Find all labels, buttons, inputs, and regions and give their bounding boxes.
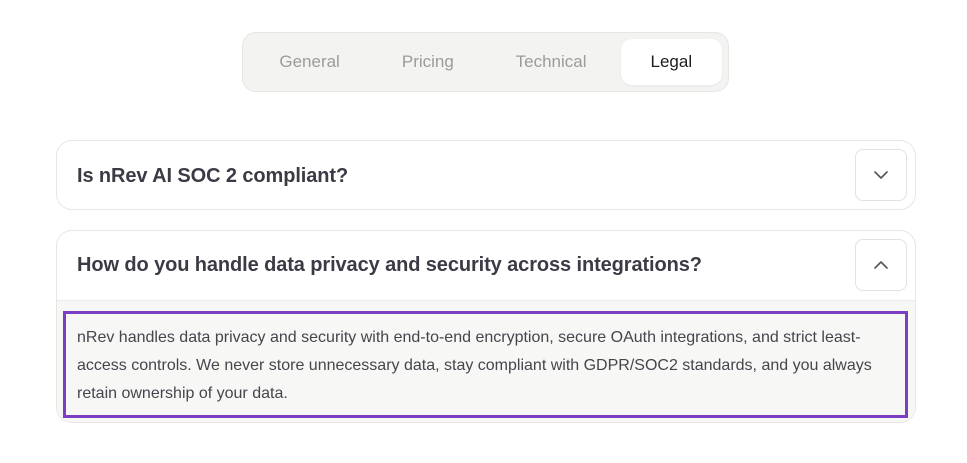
chevron-up-icon <box>874 261 888 269</box>
faq-answer-panel: nRev handles data privacy and security w… <box>57 301 915 422</box>
faq-category-tabs: General Pricing Technical Legal <box>242 32 729 92</box>
tab-legal[interactable]: Legal <box>620 39 722 85</box>
faq-item-soc2[interactable]: Is nRev AI SOC 2 compliant? <box>56 140 916 210</box>
tab-pricing[interactable]: Pricing <box>370 39 485 85</box>
faq-question: How do you handle data privacy and secur… <box>77 254 702 276</box>
collapse-toggle-button[interactable] <box>855 239 907 291</box>
faq-answer: nRev handles data privacy and security w… <box>63 311 908 418</box>
faq-question: Is nRev AI SOC 2 compliant? <box>77 164 349 187</box>
faq-question-row[interactable]: Is nRev AI SOC 2 compliant? <box>57 141 915 211</box>
chevron-down-icon <box>874 171 888 179</box>
expand-toggle-button[interactable] <box>855 149 907 201</box>
tab-general[interactable]: General <box>249 39 370 85</box>
faq-question-row[interactable]: How do you handle data privacy and secur… <box>57 231 915 301</box>
faq-item-data-privacy[interactable]: How do you handle data privacy and secur… <box>56 230 916 423</box>
tab-technical[interactable]: Technical <box>485 39 616 85</box>
faq-section: General Pricing Technical Legal Is nRev … <box>0 0 967 463</box>
